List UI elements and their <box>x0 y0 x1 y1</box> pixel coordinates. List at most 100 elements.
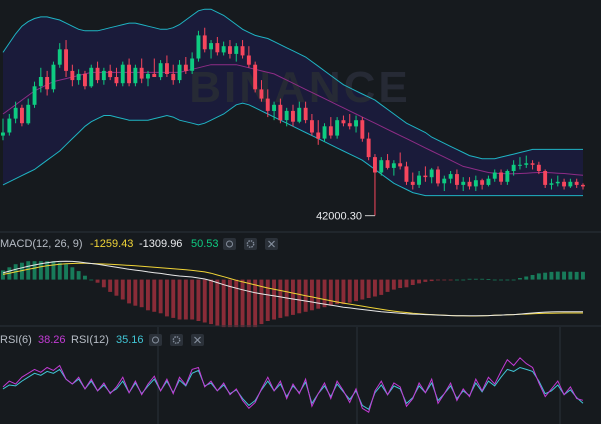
candle-body <box>234 46 239 54</box>
macd-histogram-bar <box>341 279 346 305</box>
macd-histogram-bar <box>385 279 390 292</box>
rsi-settings-button[interactable] <box>170 334 183 346</box>
candle-body <box>385 160 390 168</box>
candle-body <box>101 70 106 81</box>
candle-body <box>32 86 37 105</box>
macd-histogram-bar <box>272 279 276 320</box>
macd-histogram-bar <box>524 276 529 280</box>
macd-histogram-bar <box>568 271 573 280</box>
candle-body <box>511 164 516 171</box>
candle-body <box>429 169 434 178</box>
rsi6-value: 38.26 <box>38 334 66 346</box>
macd-histogram-bar <box>190 279 195 320</box>
candle-body <box>89 67 94 87</box>
candle-body <box>486 178 491 185</box>
macd-histogram-bar <box>83 275 87 280</box>
candle-body <box>448 174 453 179</box>
candle-body <box>480 180 485 185</box>
macd-histogram-bar <box>473 278 478 280</box>
candle-body <box>310 120 314 133</box>
candle-body <box>240 46 245 56</box>
macd-histogram-bar <box>423 279 428 282</box>
macd-histogram-bar <box>26 261 31 280</box>
macd-dea-value: -1309.96 <box>139 238 182 250</box>
candle-body <box>524 163 529 165</box>
macd-histogram-bar <box>183 279 188 320</box>
macd-histogram-bar <box>499 279 503 281</box>
macd-histogram-bar <box>114 279 119 296</box>
macd-histogram-bar <box>316 279 321 309</box>
candle-body <box>196 35 201 59</box>
macd-settings-button[interactable] <box>244 238 257 250</box>
candle-body <box>120 64 125 84</box>
binance-watermark: BINANCE <box>189 63 410 112</box>
candle-body <box>57 49 62 65</box>
macd-close-button[interactable] <box>265 238 278 250</box>
candle-body <box>51 64 56 90</box>
candle-body <box>45 77 50 90</box>
macd-histogram-bar <box>246 279 251 328</box>
macd-histogram-bar <box>555 271 560 280</box>
candle-body <box>190 58 195 71</box>
candle-body <box>410 181 415 185</box>
candle-body <box>436 169 440 184</box>
macd-histogram-bar <box>366 279 371 298</box>
macd-histogram-bar <box>215 279 220 326</box>
candle-body <box>303 107 308 121</box>
candle-body <box>127 64 131 84</box>
candle-body <box>1 132 5 136</box>
candle-body <box>347 123 352 127</box>
macd-title: MACD(12, 26, 9) <box>0 238 83 250</box>
candle-body <box>335 120 340 136</box>
macd-histogram-bar <box>335 279 340 305</box>
candle-body <box>423 175 428 178</box>
macd-histogram-bar <box>461 279 466 281</box>
macd-histogram-bar <box>562 271 566 280</box>
macd-histogram-bar <box>76 271 81 280</box>
candle-body <box>152 73 157 77</box>
candle-body <box>499 172 503 182</box>
macd-histogram-bar <box>360 279 365 300</box>
candle-body <box>341 120 346 124</box>
macd-histogram-bar <box>455 279 459 281</box>
candle-body <box>404 166 409 182</box>
macd-histogram-bar <box>354 279 358 302</box>
macd-histogram-bar <box>417 279 421 284</box>
macd-histogram-bar <box>139 279 144 308</box>
rsi6-label: RSI(6) <box>0 334 32 346</box>
macd-histogram-bar <box>543 272 548 280</box>
macd-histogram-bar <box>291 279 295 315</box>
macd-histogram-bar <box>209 279 213 325</box>
candle-body <box>543 171 548 185</box>
candle-body <box>291 110 295 122</box>
macd-histogram-bar <box>518 278 522 280</box>
candle-body <box>20 107 24 124</box>
macd-histogram-bar <box>171 279 176 318</box>
candle-body <box>562 181 566 187</box>
candle-body <box>492 172 497 179</box>
macd-histogram-bar <box>436 279 440 281</box>
candle-body <box>209 43 213 50</box>
macd-histogram-bar <box>398 279 403 288</box>
candle-body <box>215 43 220 53</box>
macd-histogram-bar <box>486 279 491 280</box>
candle-body <box>574 181 579 185</box>
candle-body <box>177 64 182 81</box>
candle-body <box>398 163 403 167</box>
candle-body <box>366 138 371 158</box>
candle-body <box>139 67 144 79</box>
macd-histogram-bar <box>234 279 239 328</box>
macd-hist-value: 50.53 <box>191 238 219 250</box>
macd-visibility-toggle[interactable] <box>223 238 236 250</box>
macd-histogram-bar <box>51 261 56 280</box>
macd-histogram-bar <box>70 267 75 280</box>
macd-histogram-bar <box>322 279 327 308</box>
rsi-close-button[interactable] <box>191 334 204 346</box>
macd-histogram-bar <box>511 279 516 281</box>
macd-histogram-bar <box>95 279 100 283</box>
macd-histogram-bar <box>253 279 258 328</box>
candle-body <box>95 67 100 81</box>
candle-body <box>322 126 327 139</box>
macd-histogram-bar <box>158 279 163 314</box>
rsi-visibility-toggle[interactable] <box>149 334 162 346</box>
